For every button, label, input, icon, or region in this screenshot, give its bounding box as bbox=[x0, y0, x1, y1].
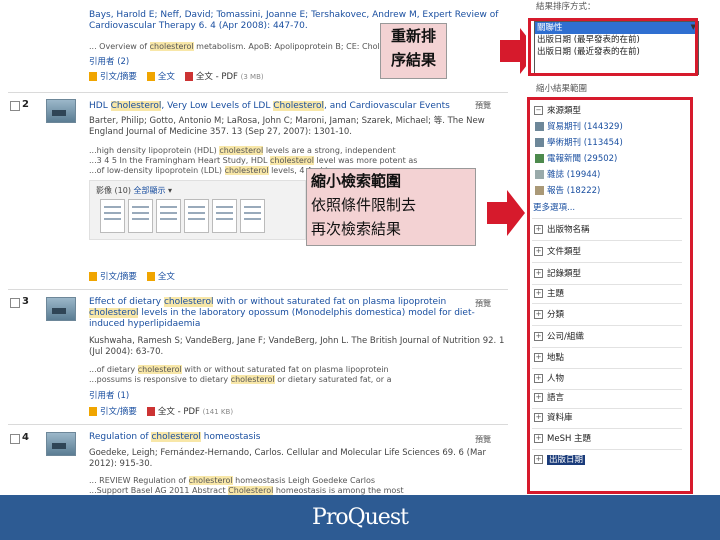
result-snippet: ...possums is responsive to dietary chol… bbox=[89, 375, 392, 384]
result-links: 引文/摘要 全文 全文 - PDF (3 MB) bbox=[89, 70, 264, 82]
resort-callout: 重新排 序結果 bbox=[380, 23, 447, 79]
abstract-link[interactable]: 引文/摘要 bbox=[89, 70, 137, 82]
figure-thumbnail[interactable] bbox=[240, 199, 265, 233]
result-number: 3 bbox=[22, 296, 29, 307]
preview-link[interactable]: 預覽 bbox=[475, 100, 491, 111]
figure-thumbnail[interactable] bbox=[156, 199, 181, 233]
pdf-icon bbox=[184, 72, 193, 81]
cited-by-link[interactable]: 引用者 (1) bbox=[89, 389, 129, 401]
search-term-highlight: cholesterol bbox=[219, 146, 264, 155]
fulltext-link[interactable]: 全文 bbox=[146, 270, 175, 282]
result-title-line[interactable]: induced hyperlipidaemia bbox=[89, 319, 200, 330]
fulltext-icon bbox=[146, 272, 155, 281]
document-icon bbox=[89, 407, 97, 416]
figure-thumbnail[interactable] bbox=[128, 199, 153, 233]
result-source[interactable]: Cardiovascular Therapy 6. 4 (Apr 2008): … bbox=[89, 21, 308, 32]
result-snippet: ...of low-density lipoprotein (LDL) chol… bbox=[89, 166, 338, 175]
preview-link[interactable]: 預覽 bbox=[475, 434, 491, 445]
divider bbox=[8, 424, 508, 425]
result-authors: Barter, Philip; Gotto, Antonio M; LaRosa… bbox=[89, 116, 485, 126]
fulltext-icon bbox=[146, 72, 155, 81]
figures-label: 影像 (10) 全部顯示 ▾ bbox=[96, 186, 173, 195]
search-term-highlight: cholesterol bbox=[151, 432, 201, 442]
search-term-highlight: cholesterol bbox=[188, 476, 233, 485]
result-snippet: ...3 4 5 In the Framingham Heart Study, … bbox=[89, 156, 418, 165]
figure-thumbnail[interactable] bbox=[184, 199, 209, 233]
cited-by-link[interactable]: 引用者 (2) bbox=[89, 55, 129, 67]
result-authors: Kushwaha, Ramesh S; VandeBerg, Jane F; V… bbox=[89, 336, 505, 346]
search-term-highlight: cholesterol bbox=[89, 308, 139, 318]
pdf-link[interactable]: 全文 - PDF (141 KB) bbox=[146, 405, 233, 417]
result-links: 引文/摘要 全文 - PDF (141 KB) bbox=[89, 405, 233, 417]
result-title-line[interactable]: cholesterol levels in the laboratory opo… bbox=[89, 308, 475, 319]
footer: ProQuest bbox=[0, 495, 720, 540]
result-number: 2 bbox=[22, 99, 29, 110]
result-snippet: ...of dietary cholesterol with or withou… bbox=[89, 365, 389, 374]
divider bbox=[8, 289, 508, 290]
abstract-link[interactable]: 引文/摘要 bbox=[89, 405, 137, 417]
figure-thumbnail[interactable] bbox=[212, 199, 237, 233]
result-links: 引文/摘要 全文 bbox=[89, 270, 175, 282]
thumbnail-icon[interactable] bbox=[46, 432, 76, 456]
result-authors: Goedeke, Leigh; Fernández-Hernando, Carl… bbox=[89, 448, 487, 458]
narrow-highlight-box bbox=[527, 97, 693, 494]
select-checkbox[interactable] bbox=[10, 298, 20, 308]
result-snippet: ...Support Basel AG 2011 Abstract Choles… bbox=[89, 486, 404, 495]
result-title[interactable]: Effect of dietary cholesterol with or wi… bbox=[89, 297, 446, 308]
result-snippet: ... REVIEW Regulation of cholesterol hom… bbox=[89, 476, 376, 485]
search-term-highlight: cholesterol bbox=[163, 297, 214, 307]
figure-thumbnail[interactable] bbox=[100, 199, 125, 233]
search-term-highlight: cholesterol bbox=[224, 166, 269, 175]
thumbnail-icon[interactable] bbox=[46, 297, 76, 321]
thumbnail-icon[interactable] bbox=[46, 99, 76, 123]
search-term-highlight: cholesterol bbox=[270, 156, 314, 165]
search-term-highlight: cholesterol bbox=[230, 375, 275, 384]
result-snippet: ... Overview of cholesterol metabolism. … bbox=[89, 42, 380, 51]
document-icon bbox=[89, 272, 97, 281]
search-term-highlight: cholesterol bbox=[137, 365, 182, 374]
result-title[interactable]: Bays, Harold E; Neff, David; Tomassini, … bbox=[89, 10, 498, 21]
select-checkbox[interactable] bbox=[10, 101, 20, 111]
result-source: 2012): 915-30. bbox=[89, 459, 153, 469]
narrow-arrow-icon bbox=[487, 190, 525, 236]
preview-link[interactable]: 預覽 bbox=[475, 298, 491, 309]
show-all-figures-link[interactable]: 全部顯示 bbox=[134, 186, 166, 195]
search-term-highlight: Cholesterol bbox=[273, 101, 325, 111]
document-icon bbox=[89, 72, 97, 81]
abstract-link[interactable]: 引文/摘要 bbox=[89, 270, 137, 282]
sort-heading: 結果排序方式： bbox=[536, 2, 596, 12]
result-title[interactable]: Regulation of cholesterol homeostasis bbox=[89, 432, 260, 443]
figures-strip: 影像 (10) 全部顯示 ▾ bbox=[89, 180, 306, 240]
search-term-highlight: Cholesterol bbox=[228, 486, 274, 495]
sort-highlight-box bbox=[528, 18, 698, 76]
result-number: 4 bbox=[22, 432, 29, 443]
result-snippet: ...high density lipoprotein (HDL) choles… bbox=[89, 146, 396, 155]
result-source: England Journal of Medicine 357. 13 (Sep… bbox=[89, 127, 353, 137]
fulltext-link[interactable]: 全文 bbox=[146, 70, 175, 82]
proquest-logo: ProQuest bbox=[312, 505, 409, 530]
divider bbox=[8, 92, 508, 93]
pdf-link[interactable]: 全文 - PDF (3 MB) bbox=[184, 70, 264, 82]
narrow-callout: 縮小檢索範圍 依照條件限制去 再次檢索結果 bbox=[306, 168, 476, 246]
search-term-highlight: cholesterol bbox=[149, 42, 194, 51]
pdf-icon bbox=[146, 407, 155, 416]
select-checkbox[interactable] bbox=[10, 434, 20, 444]
result-source: (Jul 2004): 63-70. bbox=[89, 347, 164, 357]
search-term-highlight: Cholesterol bbox=[110, 101, 162, 111]
result-title[interactable]: HDL Cholesterol, Very Low Levels of LDL … bbox=[89, 101, 450, 112]
narrow-heading: 縮小結果範圍 bbox=[536, 84, 588, 94]
